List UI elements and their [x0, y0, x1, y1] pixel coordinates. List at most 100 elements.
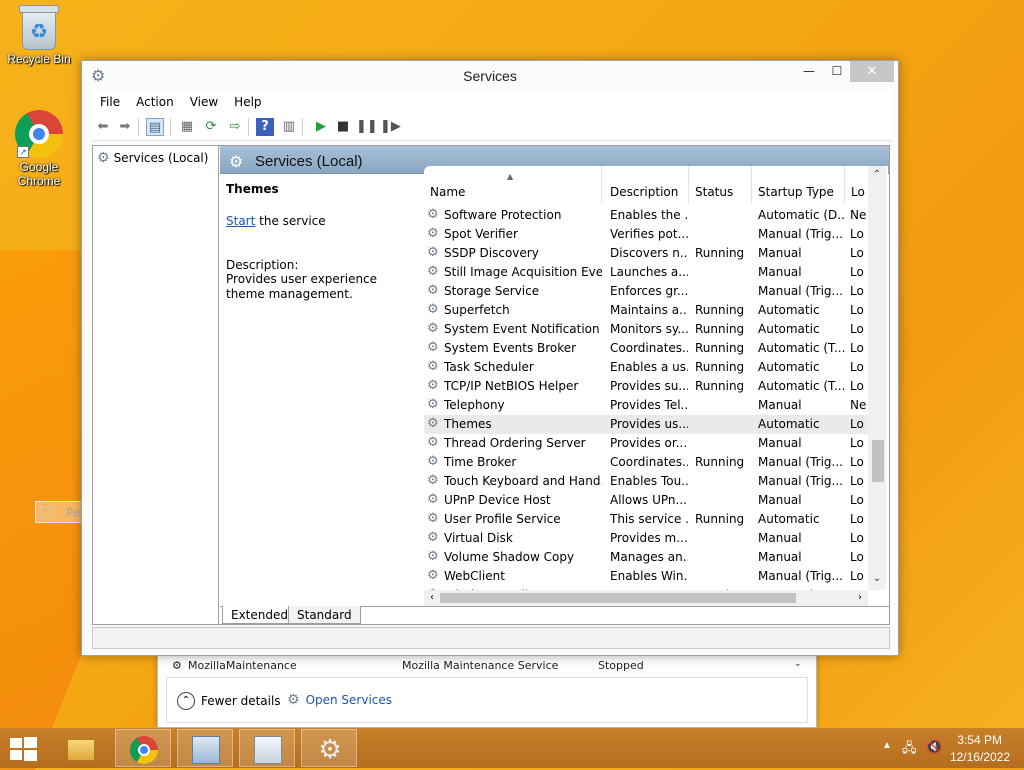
show-hide-console-tree-icon[interactable]: ▤ [146, 118, 164, 136]
table-row[interactable]: ⚙ Telephony Provides Tel... Manual Ne [424, 396, 868, 415]
task-manager-service-row[interactable]: ⚙ MozillaMaintenance Mozilla Maintenance… [166, 659, 806, 673]
back-arrow-icon[interactable]: ⬅ [94, 118, 112, 136]
service-log-on-as: Ne [850, 208, 867, 222]
desktop-icon-recycle-bin[interactable]: Recycle Bin [1, 5, 77, 66]
scroll-thumb[interactable] [872, 440, 884, 482]
service-startup-type: Manual [758, 398, 802, 412]
table-row[interactable]: ⚙ Superfetch Maintains a... Running Automati… [424, 301, 868, 320]
taskbar-services[interactable]: ⚙ [301, 729, 357, 767]
service-description: Coordinates... [610, 341, 688, 355]
scroll-down-icon[interactable]: ⌄ [868, 570, 886, 588]
export-list-icon[interactable]: ⇨ [226, 118, 244, 136]
title-bar[interactable]: ⚙ Services — ☐ ✕ [82, 61, 898, 91]
menu-action[interactable]: Action [128, 91, 182, 113]
service-name: User Profile Service [444, 512, 561, 526]
fewer-details-button[interactable]: ⌃ Fewer details [177, 692, 281, 710]
tree-item-services-local[interactable]: ⚙ Services (Local) [97, 150, 208, 166]
table-row[interactable]: ⚙ Storage Service Enforces gr... Manual (Tr… [424, 282, 868, 301]
table-row[interactable]: ⚙ Touch Keyboard and Hand... Enables Tou..… [424, 472, 868, 491]
properties-icon[interactable]: ▦ [178, 118, 196, 136]
service-startup-type: Automatic (D... [758, 208, 846, 222]
scroll-left-icon[interactable]: ‹ [424, 590, 440, 606]
pause-service-icon[interactable]: ❚❚ [356, 118, 378, 136]
scroll-right-icon[interactable]: › [852, 590, 868, 606]
action-pane-icon[interactable]: ▥ [280, 118, 298, 136]
scroll-up-icon[interactable]: ⌃ [868, 166, 886, 184]
windows-logo-icon [10, 738, 22, 748]
service-startup-type: Manual [758, 493, 802, 507]
personalize-icon [40, 507, 54, 518]
view-tabs: Extended Standard [220, 606, 889, 624]
column-header-name[interactable]: ▲ Name [424, 166, 602, 204]
service-log-on-as: Lo [850, 512, 864, 526]
maximize-button[interactable]: ☐ [824, 61, 850, 82]
taskbar-task-manager[interactable] [239, 729, 295, 767]
volume-muted-icon[interactable]: 🔇 [926, 739, 942, 755]
restart-service-icon[interactable]: ❚▶ [380, 118, 401, 136]
menu-file[interactable]: File [92, 91, 128, 113]
table-row[interactable]: ⚙ Virtual Disk Provides m... Manual Lo [424, 529, 868, 548]
show-hidden-icons-chevron-icon[interactable]: ▲ [882, 740, 892, 751]
column-header-description[interactable]: Description [604, 166, 689, 204]
table-row[interactable]: ⚙ Time Broker Coordinates... Running Manual … [424, 453, 868, 472]
table-row[interactable]: ⚙ TCP/IP NetBIOS Helper Provides su... Runn… [424, 377, 868, 396]
horizontal-scrollbar[interactable]: ‹ › [424, 590, 868, 606]
start-service-icon[interactable]: ▶ [312, 118, 330, 136]
column-header-log-on-as[interactable]: Lo [845, 166, 868, 204]
refresh-icon[interactable]: ⟳ [202, 118, 220, 136]
gear-icon: ⚙ [427, 397, 439, 412]
chrome-icon [130, 736, 158, 764]
clock-date[interactable]: 12/16/2022 [950, 750, 1010, 764]
gear-icon: ⚙ [427, 530, 439, 545]
table-row[interactable]: ⚙ WebClient Enables Win... Manual (Trig... L… [424, 567, 868, 586]
taskbar-google-chrome[interactable] [115, 729, 171, 767]
table-row[interactable]: ⚙ Task Scheduler Enables a us... Running Aut… [424, 358, 868, 377]
selected-service-name: Themes [226, 182, 279, 196]
gear-icon: ⚙ [427, 226, 439, 241]
table-row[interactable]: ⚙ Volume Shadow Copy Manages an... Manual Lo [424, 548, 868, 567]
start-service-link[interactable]: Start [226, 214, 255, 228]
service-description: Launches a... [610, 265, 688, 279]
table-row[interactable]: ⚙ System Event Notification S... Monitors … [424, 320, 868, 339]
table-row[interactable]: ⚙ User Profile Service This service ... Run… [424, 510, 868, 529]
help-icon[interactable]: ? [256, 118, 274, 136]
column-header-status[interactable]: Status [689, 166, 752, 204]
toolbar: ⬅ ➡ ▤ ▦ ⟳ ⇨ ? ▥ ▶ ■ ❚❚ ❚▶ [92, 113, 892, 141]
horizontal-scroll-thumb[interactable] [440, 593, 796, 603]
table-row[interactable]: ⚙ SSDP Discovery Discovers n... Running Manu… [424, 244, 868, 263]
table-row[interactable]: ⚙ Themes Provides us... Automatic Lo [424, 415, 868, 434]
table-row[interactable]: ⚙ Spot Verifier Verifies pot... Manual (Tri… [424, 225, 868, 244]
vertical-scrollbar[interactable]: ⌃ ⌄ [868, 166, 886, 590]
service-startup-type: Manual [758, 550, 802, 564]
menu-view[interactable]: View [182, 91, 226, 113]
desktop-icon-label: Recycle Bin [7, 52, 71, 66]
table-row[interactable]: ⚙ Software Protection Enables the ... Autom… [424, 206, 868, 225]
taskbar-control-panel[interactable] [177, 729, 233, 767]
stop-service-icon[interactable]: ■ [334, 118, 352, 136]
table-row[interactable]: ⚙ Still Image Acquisition Events Launches … [424, 263, 868, 282]
service-log-on-as: Ne [850, 398, 867, 412]
table-row[interactable]: ⚙ System Events Broker Coordinates... Runni… [424, 339, 868, 358]
menu-help[interactable]: Help [226, 91, 269, 113]
table-row[interactable]: ⚙ UPnP Device Host Allows UPn... Manual Lo [424, 491, 868, 510]
open-services-link[interactable]: ⚙ Open Services [287, 692, 392, 708]
tab-extended[interactable]: Extended [222, 606, 297, 624]
table-row[interactable]: ⚙ Thread Ordering Server Provides or... Man… [424, 434, 868, 453]
forward-arrow-icon[interactable]: ➡ [116, 118, 134, 136]
desktop-icon-google-chrome[interactable]: ↗ Google Chrome [1, 110, 77, 188]
service-log-on-as: Lo [850, 322, 864, 336]
service-log-on-as: Lo [850, 303, 864, 317]
service-description: Discovers n... [610, 246, 688, 260]
clock-time[interactable]: 3:54 PM [957, 733, 1002, 747]
service-details: Themes Start the service Description: Pr… [226, 182, 416, 302]
minimize-button[interactable]: — [796, 61, 822, 82]
start-button[interactable] [8, 736, 38, 762]
network-icon[interactable]: 🖧 [902, 739, 917, 761]
gear-icon: ⚙ [427, 568, 439, 583]
close-button[interactable]: ✕ [850, 61, 894, 82]
column-header-startup-type[interactable]: Startup Type [752, 166, 845, 204]
gear-icon: ⚙ [427, 473, 439, 488]
tab-standard[interactable]: Standard [288, 606, 361, 624]
service-startup-type: Manual (Trig... [758, 227, 843, 241]
taskbar-file-explorer[interactable] [53, 729, 109, 767]
